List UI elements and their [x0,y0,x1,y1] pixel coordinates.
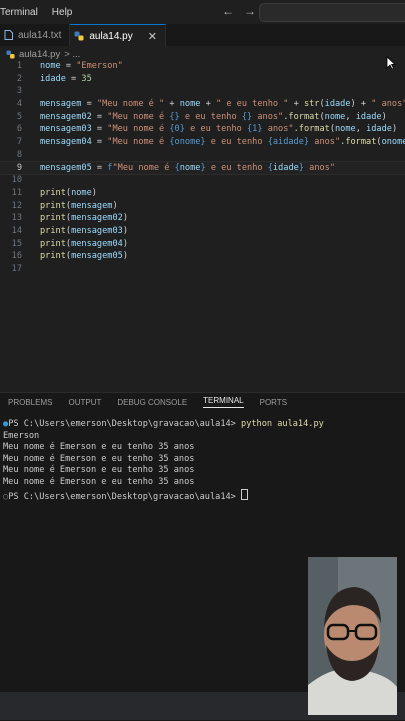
code-line-15: 15 print(mensagem04) [0,238,405,251]
line-number: 13 [11,213,22,224]
code-line-3: 3 [0,85,405,98]
tab-terminal[interactable]: TERMINAL [203,396,244,408]
title-bar: Terminal Help ← → [0,0,405,24]
breadcrumb-more[interactable]: > ... [64,49,80,60]
code-line-1: 1 nome = "Emerson" [0,60,405,73]
terminal-prompt: PS C:\Users\emerson\Desktop\gravacao\aul… [8,419,242,429]
tab-ports[interactable]: PORTS [260,398,287,407]
mouse-pointer-icon [386,56,397,75]
line-number: 4 [16,99,22,110]
code-editor[interactable]: 1 nome = "Emerson" 2 idade = 35 3 4 mensage… [0,60,405,282]
line-number: 6 [16,124,22,135]
python-icon [74,31,84,41]
code-text: print(mensagem03) [40,225,128,236]
code-text: idade = 35 [40,73,92,84]
terminal-output-line: Meu nome é Emerson e eu tenho 35 anos [3,442,195,453]
line-number: 5 [16,111,22,122]
code-text: mensagem03 = "Meu nome é {0} e eu tenho … [40,124,398,135]
line-number: 9 [16,162,22,173]
code-line-10: 10 [0,174,405,187]
tab-label: aula14.py [89,30,133,42]
line-number: 11 [11,187,22,198]
line-number: 8 [16,149,22,160]
line-number: 16 [11,251,22,262]
code-line-9: 9 mensagem05 = f"Meu nome é {nome} e eu t… [0,160,405,176]
code-line-5: 5 mensagem02 = "Meu nome é {} e eu tenho … [0,111,405,124]
code-text: print(mensagem) [40,200,118,211]
terminal-output-line: Emerson [3,430,40,441]
terminal-cursor [241,488,249,500]
line-number: 3 [16,86,22,97]
command-center-search[interactable] [259,3,405,22]
code-text: mensagem = "Meu nome é " + nome + " e eu… [40,99,405,110]
terminal-command: python aula14.py [241,419,324,429]
code-text: mensagem05 = f"Meu nome é {nome} e eu te… [40,162,336,173]
menu-terminal[interactable]: Terminal [0,7,46,18]
tab-aula14-py[interactable]: aula14.py ✕ [70,24,166,47]
code-line-12: 12 print(mensagem) [0,200,405,213]
terminal-output-line: Meu nome é Emerson e eu tenho 35 anos [3,465,195,476]
breadcrumb-file[interactable]: aula14.py [19,49,60,60]
code-line-7: 7 mensagem04 = "Meu nome é {onome} e eu t… [0,136,405,149]
presenter-image [308,557,397,715]
code-line-4: 4 mensagem = "Meu nome é " + nome + " e e… [0,98,405,111]
line-number: 12 [11,200,22,211]
code-text: print(mensagem02) [40,213,128,224]
tab-aula14-txt[interactable]: aula14.txt [0,24,71,46]
line-number: 17 [11,264,22,274]
terminal-output-line: Meu nome é Emerson e eu tenho 35 anos [3,453,195,464]
code-line-17: 17 [0,263,405,276]
code-text: nome = "Emerson" [40,61,123,71]
code-line-6: 6 mensagem03 = "Meu nome é {0} e eu tenho… [0,123,405,136]
code-line-2: 2 idade = 35 [0,73,405,86]
code-line-11: 11 print(nome) [0,187,405,200]
webcam-overlay [308,557,397,715]
file-icon [4,30,13,40]
back-arrow-icon[interactable]: ← [222,4,234,18]
line-number: 2 [16,73,22,84]
tab-problems[interactable]: PROBLEMS [8,398,52,407]
line-number: 15 [11,238,22,249]
code-line-16: 16 print(mensagem05) [0,250,405,263]
forward-arrow-icon[interactable]: → [244,4,256,18]
navigation-arrows: ← → [222,4,256,18]
code-text: print(mensagem04) [40,238,128,249]
python-icon [6,49,15,59]
close-icon[interactable]: ✕ [148,30,157,43]
tab-output[interactable]: OUTPUT [68,398,101,407]
line-number: 10 [11,175,22,186]
menu-help[interactable]: Help [46,7,81,18]
line-number: 7 [16,137,22,148]
tab-label: aula14.txt [18,29,62,41]
code-line-13: 13 print(mensagem02) [0,212,405,225]
code-text: print(mensagem05) [40,251,128,262]
code-text: mensagem02 = "Meu nome é {} e eu tenho {… [40,111,387,122]
editor-tab-bar: aula14.txt aula14.py ✕ [0,24,405,47]
terminal-prompt-line: ○PS C:\Users\emerson\Desktop\gravacao\au… [3,488,324,502]
panel-tab-bar: PROBLEMS OUTPUT DEBUG CONSOLE TERMINAL P… [0,393,405,411]
tab-debug-console[interactable]: DEBUG CONSOLE [117,398,187,407]
line-number: 1 [16,61,22,71]
terminal-output-line: Meu nome é Emerson e eu tenho 35 anos [3,476,195,487]
terminal-output[interactable]: ●PS C:\Users\emerson\Desktop\gravacao\au… [3,419,324,502]
code-text: mensagem04 = "Meu nome é {onome} e eu te… [40,137,405,148]
line-number: 14 [11,225,22,236]
code-line-14: 14 print(mensagem03) [0,225,405,238]
code-line-8: 8 [0,149,405,162]
terminal-prompt: PS C:\Users\emerson\Desktop\gravacao\aul… [8,491,242,502]
code-text: print(nome) [40,187,97,198]
terminal-command-line: ●PS C:\Users\emerson\Desktop\gravacao\au… [3,419,324,431]
